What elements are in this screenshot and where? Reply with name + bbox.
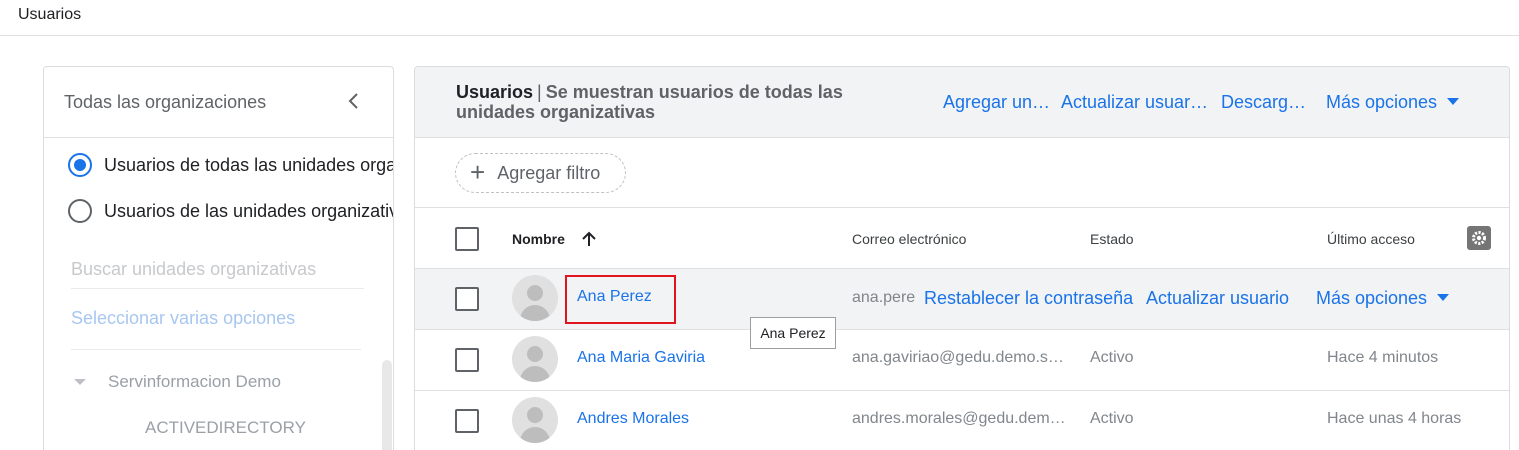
- caret-down-icon: [1447, 97, 1460, 105]
- title-separator: |: [537, 82, 542, 102]
- user-name-link[interactable]: Ana Maria Gaviria: [577, 349, 705, 367]
- org-panel: Todas las organizaciones Usuarios de tod…: [43, 66, 394, 450]
- page-title: Usuarios: [18, 6, 82, 23]
- top-bar: Usuarios: [0, 0, 1519, 36]
- user-last-access: Hace unas 4 horas: [1327, 410, 1462, 427]
- org-search-input[interactable]: Buscar unidades organizativas: [71, 253, 364, 289]
- select-all-checkbox[interactable]: [455, 227, 479, 251]
- more-options-label: Más opciones: [1326, 92, 1438, 112]
- radio-button-selected[interactable]: [68, 153, 92, 177]
- user-status: Activo: [1090, 349, 1134, 366]
- row-checkbox[interactable]: [455, 409, 479, 433]
- table-row[interactable]: Ana Maria Gaviria ana.gaviriao@gedu.demo…: [415, 330, 1509, 391]
- more-options-button[interactable]: Más opciones: [1326, 92, 1460, 113]
- download-users-button[interactable]: Descarg…: [1221, 92, 1306, 113]
- user-email: andres.morales@gedu.dem…: [852, 410, 1066, 427]
- org-panel-header: Todas las organizaciones: [44, 67, 393, 138]
- title-strong: Usuarios: [456, 82, 534, 102]
- reset-password-button[interactable]: Restablecer la contraseña: [924, 288, 1133, 309]
- row-more-options-label: Más opciones: [1316, 288, 1428, 308]
- column-header-email[interactable]: Correo electrónico: [852, 231, 966, 247]
- radio-button[interactable]: [68, 199, 92, 223]
- user-email: ana.gaviriao@gedu.demo.s…: [852, 349, 1064, 366]
- user-email: ana.pere: [852, 289, 916, 306]
- add-filter-button[interactable]: + Agregar filtro: [455, 153, 626, 193]
- highlight-box: [565, 275, 676, 324]
- multi-select-link[interactable]: Seleccionar varias opciones: [71, 308, 295, 329]
- filter-bar: + Agregar filtro: [415, 138, 1509, 208]
- caret-down-icon[interactable]: [74, 379, 86, 385]
- users-panel-title: Usuarios | Se muestran usuarios de todas l…: [456, 82, 896, 122]
- radio-selected-units[interactable]: Usuarios de las unidades organizativ: [68, 199, 394, 223]
- scrollbar[interactable]: [382, 360, 392, 450]
- table-header: Nombre Correo electrónico Estado Último …: [415, 208, 1509, 269]
- name-tooltip: Ana Perez: [750, 317, 836, 349]
- bulk-update-users-button[interactable]: Actualizar usuar…: [1061, 92, 1208, 113]
- add-user-button[interactable]: Agregar un…: [943, 92, 1050, 113]
- row-checkbox[interactable]: [455, 287, 479, 311]
- users-panel: Usuarios | Se muestran usuarios de todas l…: [414, 66, 1510, 450]
- tree-item-child[interactable]: ACTIVEDIRECTORY: [145, 418, 306, 438]
- org-panel-title: Todas las organizaciones: [64, 92, 267, 112]
- add-filter-label: Agregar filtro: [497, 162, 601, 183]
- row-more-options-button[interactable]: Más opciones: [1316, 288, 1450, 309]
- column-header-status[interactable]: Estado: [1090, 231, 1134, 247]
- users-panel-header: Usuarios | Se muestran usuarios de todas l…: [415, 67, 1509, 138]
- divider: [71, 349, 361, 350]
- plus-icon: +: [470, 156, 486, 187]
- table-row[interactable]: Andres Morales andres.morales@gedu.dem… …: [415, 391, 1509, 450]
- update-user-button[interactable]: Actualizar usuario: [1146, 288, 1289, 309]
- column-header-name[interactable]: Nombre: [512, 231, 565, 247]
- radio-all-units[interactable]: Usuarios de todas las unidades orga: [68, 153, 394, 177]
- tree-item-root-label: Servinformacion Demo: [108, 372, 281, 391]
- row-checkbox[interactable]: [455, 348, 479, 372]
- caret-down-icon: [1437, 293, 1450, 301]
- avatar: [512, 397, 558, 443]
- user-status: Activo: [1090, 410, 1134, 427]
- user-last-access: Hace 4 minutos: [1327, 349, 1439, 366]
- radio-label-all-units: Usuarios de todas las unidades orga: [104, 154, 394, 175]
- column-header-last-access[interactable]: Último acceso: [1327, 231, 1415, 247]
- avatar: [512, 275, 558, 321]
- tree-item-root[interactable]: Servinformacion Demo: [74, 372, 281, 392]
- table-row[interactable]: Ana Perez ana.pere Restablecer la contra…: [415, 269, 1509, 330]
- radio-label-selected-units: Usuarios de las unidades organizativ: [104, 200, 394, 221]
- gear-icon[interactable]: [1467, 226, 1491, 250]
- user-name-link[interactable]: Andres Morales: [577, 410, 689, 428]
- chevron-left-icon[interactable]: [344, 91, 364, 111]
- arrow-up-sort-icon[interactable]: [581, 230, 597, 248]
- avatar: [512, 336, 558, 382]
